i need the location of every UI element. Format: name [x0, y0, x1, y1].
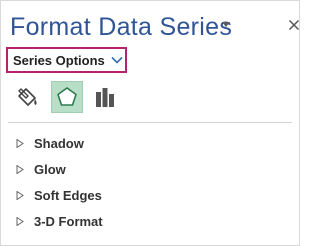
section-label: 3-D Format	[34, 213, 103, 229]
series-options-label: Series Options	[13, 52, 105, 68]
bar-chart-icon	[93, 85, 117, 109]
triangle-right-icon	[16, 190, 24, 200]
paint-bucket-icon	[14, 84, 40, 110]
divider	[8, 122, 292, 123]
series-options-dropdown[interactable]: Series Options	[6, 47, 127, 73]
pane-title: Format Data Series	[10, 13, 233, 41]
series-options-tab[interactable]	[89, 81, 121, 113]
chevron-down-icon	[111, 56, 123, 64]
triangle-right-icon	[16, 164, 24, 174]
section-label: Shadow	[34, 135, 84, 151]
triangle-right-icon	[16, 138, 24, 148]
section-label: Glow	[34, 161, 66, 177]
section-3d-format[interactable]: 3-D Format	[16, 211, 103, 231]
section-shadow[interactable]: Shadow	[16, 133, 84, 153]
effects-tab[interactable]	[51, 81, 83, 113]
triangle-right-icon	[16, 216, 24, 226]
fill-line-tab[interactable]	[11, 81, 43, 113]
close-icon[interactable]	[286, 17, 302, 33]
section-label: Soft Edges	[34, 187, 102, 203]
section-glow[interactable]: Glow	[16, 159, 66, 179]
pane-options-dropdown-icon[interactable]	[218, 20, 234, 32]
pentagon-icon	[55, 85, 79, 109]
section-soft-edges[interactable]: Soft Edges	[16, 185, 102, 205]
format-data-series-pane: Format Data Series Series Options Shadow…	[0, 0, 300, 246]
